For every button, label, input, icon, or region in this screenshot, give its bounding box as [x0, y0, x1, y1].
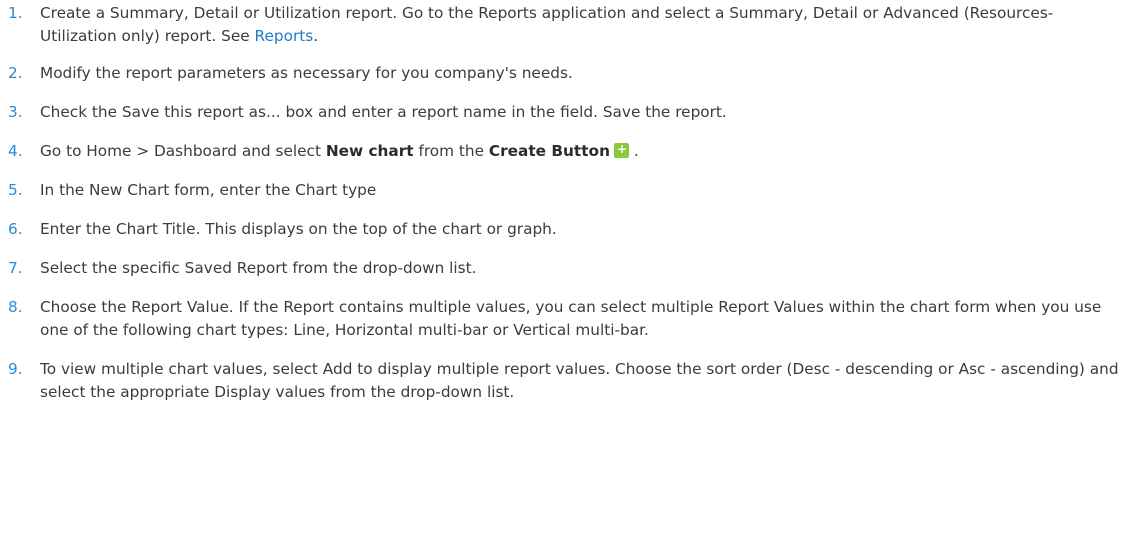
step-text-end: . [313, 27, 319, 45]
step-text: Enter the Chart Title. This displays on … [40, 220, 557, 238]
step-text: Go to Home > Dashboard and select [40, 142, 326, 160]
new-chart-label: New chart [325, 142, 414, 160]
step-number: 9. [8, 360, 23, 378]
step-number: 3. [8, 103, 23, 121]
step-text: Choose the Report Value. If the Report c… [40, 298, 1102, 339]
step-9: 9. To view multiple chart values, select… [0, 358, 1135, 404]
step-text: Create a Summary, Detail or Utilization … [40, 4, 1054, 45]
instruction-steps: 1. Create a Summary, Detail or Utilizati… [0, 2, 1135, 404]
plus-icon [613, 139, 629, 159]
step-number: 4. [8, 142, 23, 160]
reports-link[interactable]: Reports [255, 27, 314, 45]
step-number: 5. [8, 181, 23, 199]
step-number: 1. [8, 4, 23, 22]
step-number: 2. [8, 64, 23, 82]
create-button-label: Create Button [488, 142, 610, 160]
step-text: To view multiple chart values, select Ad… [40, 360, 1119, 401]
step-number: 6. [8, 220, 23, 238]
step-text: Select the specific Saved Report from th… [40, 259, 477, 277]
step-number: 7. [8, 259, 23, 277]
step-number: 8. [8, 298, 23, 316]
step-2: 2. Modify the report parameters as neces… [0, 62, 1135, 85]
step-4: 4. Go to Home > Dashboard and select New… [0, 139, 1135, 163]
step-3: 3. Check the Save this report as... box … [0, 101, 1135, 124]
step-8: 8. Choose the Report Value. If the Repor… [0, 296, 1135, 342]
step-7: 7. Select the specific Saved Report from… [0, 257, 1135, 280]
step-5: 5. In the New Chart form, enter the Char… [0, 179, 1135, 202]
step-text-end: . [628, 142, 639, 160]
step-text: Check the Save this report as... box and… [40, 103, 727, 121]
step-1: 1. Create a Summary, Detail or Utilizati… [0, 2, 1135, 48]
step-text: Modify the report parameters as necessar… [40, 64, 573, 82]
step-text-mid: from the [413, 142, 489, 160]
step-text: In the New Chart form, enter the Chart t… [40, 181, 377, 199]
step-6: 6. Enter the Chart Title. This displays … [0, 218, 1135, 241]
